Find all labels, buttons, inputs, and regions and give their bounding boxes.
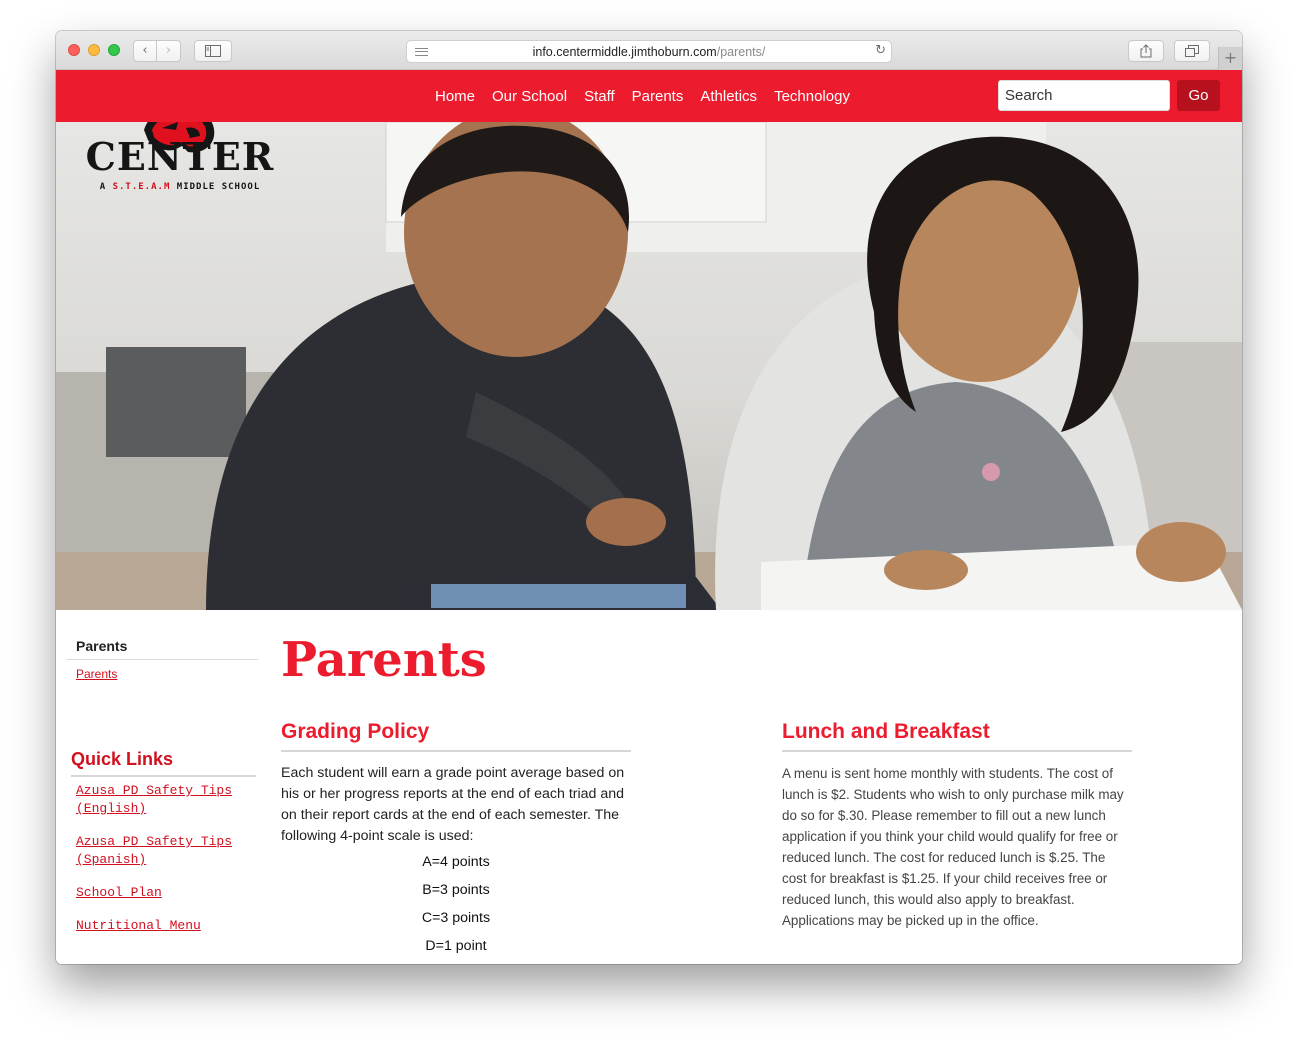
- share-icon: [1140, 44, 1152, 58]
- title-bar: ‹ › info.centermiddle.jimthoburn.com/par…: [56, 31, 1242, 70]
- reload-icon[interactable]: ↻: [875, 43, 886, 58]
- quick-links-divider: [71, 775, 256, 777]
- nav-link-athletics[interactable]: Athletics: [700, 88, 757, 105]
- new-tab-button[interactable]: +: [1218, 47, 1242, 70]
- browser-window: ‹ › info.centermiddle.jimthoburn.com/par…: [56, 31, 1242, 964]
- quick-links-heading: Quick Links: [71, 749, 174, 769]
- quick-link-school-plan[interactable]: School Plan: [76, 884, 236, 902]
- web-page: Home Our School Staff Parents Athletics …: [56, 70, 1242, 964]
- zoom-window-button[interactable]: [108, 44, 120, 56]
- lunch-breakfast-section: Lunch and Breakfast A menu is sent home …: [782, 720, 1132, 931]
- share-button[interactable]: [1128, 40, 1164, 62]
- grading-policy-section: Grading Policy Each student will earn a …: [281, 720, 631, 960]
- sidebar-toggle-button[interactable]: [194, 40, 232, 62]
- grade-scale-item: A=4 points: [422, 854, 490, 870]
- plus-icon: +: [1223, 48, 1238, 67]
- tabs-icon: [1185, 45, 1199, 57]
- lunch-breakfast-text: A menu is sent home monthly with student…: [782, 766, 1124, 928]
- grading-policy-heading: Grading Policy: [281, 720, 631, 752]
- quick-links-list: Azusa PD Safety Tips (English) Azusa PD …: [76, 782, 236, 950]
- nav-link-our-school[interactable]: Our School: [492, 88, 567, 105]
- grading-policy-text: Each student will earn a grade point ave…: [281, 765, 625, 844]
- section-nav-link-parents[interactable]: Parents: [76, 667, 258, 681]
- nav-link-parents[interactable]: Parents: [632, 88, 684, 105]
- quick-link-nutritional-menu[interactable]: Nutritional Menu: [76, 917, 236, 935]
- search-input[interactable]: [998, 80, 1170, 111]
- section-nav-title: Parents: [66, 633, 258, 660]
- nav-link-technology[interactable]: Technology: [774, 88, 850, 105]
- nav-link-staff[interactable]: Staff: [584, 88, 615, 105]
- logo-tagline: A S.T.E.A.M MIDDLE SCHOOL: [99, 182, 261, 192]
- chevron-right-icon: ›: [165, 43, 172, 58]
- search-go-button[interactable]: Go: [1177, 80, 1220, 111]
- quick-link-safety-tips-english[interactable]: Azusa PD Safety Tips (English): [76, 782, 236, 818]
- grade-scale-item: B=3 points: [422, 882, 490, 898]
- address-bar[interactable]: info.centermiddle.jimthoburn.com/parents…: [406, 40, 892, 63]
- center-school-logo[interactable]: CENTER A S.T.E.A.M MIDDLE SCHOOL: [78, 122, 288, 212]
- page-title: Parents: [281, 632, 487, 688]
- grade-scale-item: C=3 points: [421, 910, 491, 926]
- show-tabs-button[interactable]: [1174, 40, 1210, 62]
- back-button[interactable]: ‹: [133, 40, 157, 62]
- lunch-breakfast-heading: Lunch and Breakfast: [782, 720, 1132, 752]
- url-text: info.centermiddle.jimthoburn.com/parents…: [532, 45, 766, 59]
- nav-link-home[interactable]: Home: [435, 88, 475, 105]
- site-header: Home Our School Staff Parents Athletics …: [56, 70, 1242, 122]
- minimize-window-button[interactable]: [88, 44, 100, 56]
- close-window-button[interactable]: [68, 44, 80, 56]
- hero-photo: CENTER A S.T.E.A.M MIDDLE SCHOOL: [56, 122, 1242, 610]
- logo-wordmark: CENTER: [85, 134, 275, 179]
- sidebar-icon: [205, 45, 221, 57]
- grade-scale-item: D=1 point: [425, 938, 487, 954]
- main-navigation: Home Our School Staff Parents Athletics …: [435, 88, 850, 105]
- forward-button[interactable]: ›: [157, 40, 181, 62]
- chevron-left-icon: ‹: [142, 43, 148, 58]
- section-navigation: Parents Parents: [66, 633, 258, 681]
- quick-link-safety-tips-spanish[interactable]: Azusa PD Safety Tips (Spanish): [76, 833, 236, 869]
- grade-scale: A=4 points B=3 points C=3 points D=1 poi…: [281, 848, 631, 960]
